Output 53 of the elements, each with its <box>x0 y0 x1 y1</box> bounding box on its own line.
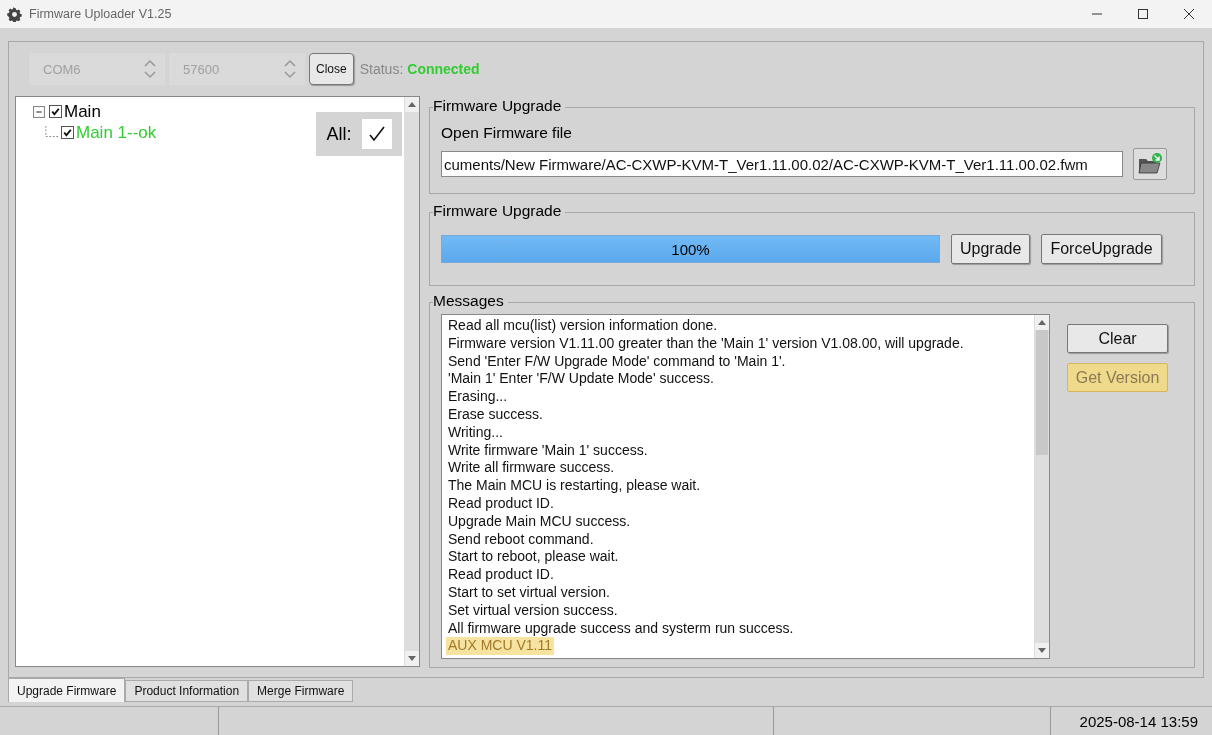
close-port-button[interactable]: Close <box>309 53 354 85</box>
tab[interactable]: Merge Firmware <box>248 680 354 702</box>
upgrade-button[interactable]: ForceUpgrade <box>1041 234 1162 264</box>
select-all-label: All: <box>326 123 352 145</box>
log-line: Writing... <box>447 423 504 442</box>
progress-text: 100% <box>670 239 711 260</box>
up-down-arrows-icon <box>283 58 297 80</box>
log-line: Erasing... <box>447 388 509 406</box>
status-time: 2025-08-14 13:59 <box>1079 712 1198 730</box>
checkmark-icon <box>62 127 73 138</box>
up-down-arrows-icon <box>143 58 157 80</box>
log-line: Read product ID. <box>447 566 555 584</box>
close-icon <box>1183 8 1195 20</box>
scrollbar-thumb[interactable] <box>1036 330 1048 455</box>
log-line: Set virtual version success. <box>447 601 619 620</box>
select-all-checkbox[interactable] <box>361 119 392 149</box>
scrollbar[interactable] <box>404 97 419 666</box>
log-line: Erase success. <box>447 406 544 424</box>
tab[interactable]: Product Information <box>125 680 249 702</box>
log-line: Send reboot command. <box>447 530 595 549</box>
tree-item[interactable]: Main <box>64 101 101 122</box>
log-line: Write all firmware success. <box>447 459 616 478</box>
action-button[interactable]: Clear <box>1067 324 1168 353</box>
checkmark-icon <box>50 106 61 117</box>
file-path-field[interactable]: cuments/New Firmware/AC-CXWP-KVM-T_Ver1.11.00.02/AC-CXWP-KVM-T_Ver1.11.00.02.fwm <box>441 151 1123 177</box>
checkmark-icon <box>366 124 387 144</box>
log-line: Send 'Enter F/W Upgrade Mode' command to 'Main 1'. <box>447 352 787 371</box>
group-title: Firmware Upgrade <box>433 202 566 220</box>
tab[interactable]: Upgrade Firmware <box>8 678 126 702</box>
browse-button[interactable] <box>1133 148 1167 180</box>
log-line: All firmware upgrade success and systerm run success. <box>447 619 795 638</box>
log-line: Write firmware 'Main 1' success. <box>447 441 649 460</box>
scrollbar[interactable] <box>1034 315 1049 658</box>
checkbox[interactable] <box>61 126 74 139</box>
collapse-icon[interactable] <box>33 105 45 118</box>
gear-icon <box>7 6 22 22</box>
tree-connector <box>45 125 59 140</box>
status-label: Status: <box>359 61 404 77</box>
log-line: The Main MCU is restarting, please wait. <box>447 477 702 495</box>
maximize-icon <box>1137 8 1149 20</box>
log-line: 'Main 1' Enter 'F/W Update Mode' success. <box>447 370 715 389</box>
log-line: Read all mcu(list) version information done. <box>447 317 719 335</box>
upgrade-button[interactable]: Upgrade <box>951 234 1031 264</box>
log-line: Firmware version V1.11.00 greater than the 'Main 1' version V1.08.00, will upgrade. <box>447 334 965 353</box>
window-title: Firmware Uploader V1.25 <box>29 7 172 21</box>
status-value: Connected <box>407 61 480 77</box>
field-label: Open Firmware file <box>441 124 573 142</box>
group-title: Firmware Upgrade <box>433 97 566 115</box>
log-line: Upgrade Main MCU success. <box>447 512 632 531</box>
log-line: Start to set virtual version. <box>447 583 611 602</box>
log-line: Start to reboot, please wait. <box>447 548 620 567</box>
checkbox[interactable] <box>49 105 62 118</box>
log-line: Read product ID. <box>447 494 555 513</box>
